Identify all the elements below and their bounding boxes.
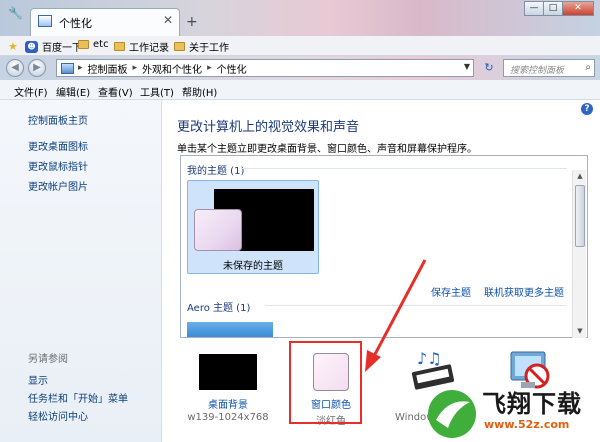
forward-button[interactable]: ▶ <box>28 59 46 77</box>
star-icon: ★ <box>8 39 18 53</box>
chevron-down-icon[interactable]: ▼ <box>464 62 470 71</box>
back-button[interactable]: ◀ <box>6 59 24 77</box>
menu-view[interactable]: 查看(V) <box>98 84 133 99</box>
close-button[interactable]: ✕ <box>562 1 594 16</box>
change-desktop-icons-link[interactable]: 更改桌面图标 <box>28 138 88 153</box>
menu-edit[interactable]: 编辑(E) <box>56 84 90 99</box>
baidu-paw-icon: ☻ <box>25 40 38 53</box>
task-pane: 控制面板主页 更改桌面图标 更改鼠标指针 更改帐户图片 另请参阅 显示 任务栏和… <box>0 100 162 442</box>
favorite-label: 关于工作 <box>189 43 229 54</box>
breadcrumb-separator: ▸ <box>78 63 83 73</box>
title-bar: 🔧 个性化 ✕ + — □ ✕ <box>0 0 600 36</box>
menu-bar: 文件(F) 编辑(E) 查看(V) 工具(T) 帮助(H) <box>0 80 600 100</box>
menu-tools[interactable]: 工具(T) <box>140 84 174 99</box>
minimize-button[interactable]: — <box>524 1 544 16</box>
tab-title: 个性化 <box>59 17 92 30</box>
breadcrumb-control-panel[interactable]: 控制面板 <box>88 61 128 76</box>
search-icon[interactable]: ⌕ <box>585 62 591 73</box>
maximize-button[interactable]: □ <box>543 1 563 16</box>
favorite-etc[interactable]: etc <box>78 39 109 50</box>
favorite-work-log[interactable]: 工作记录 <box>114 39 169 54</box>
breadcrumb-separator: ▸ <box>207 63 212 73</box>
change-mouse-pointer-link[interactable]: 更改鼠标指针 <box>28 158 88 173</box>
see-also-title: 另请参阅 <box>28 354 68 365</box>
taskbar-start-menu-link[interactable]: 任务栏和「开始」菜单 <box>28 390 128 405</box>
new-tab-icon[interactable]: + <box>186 14 198 30</box>
favorite-baidu[interactable]: ★ ☻ 百度一下 <box>8 39 82 54</box>
wrench-icon[interactable]: 🔧 <box>8 6 24 22</box>
folder-icon <box>174 42 185 51</box>
display-link[interactable]: 显示 <box>28 372 48 387</box>
search-input[interactable]: 搜索控制面板 ⌕ <box>503 59 595 77</box>
favorite-about-work[interactable]: 关于工作 <box>174 39 229 54</box>
control-panel-icon <box>61 62 74 74</box>
breadcrumb-separator: ▸ <box>132 63 138 73</box>
control-panel-icon <box>38 15 52 27</box>
address-bar[interactable]: ▸ 控制面板 ▸ 外观和个性化 ▸ 个性化 ▼ <box>56 59 474 77</box>
search-placeholder: 搜索控制面板 <box>510 66 565 76</box>
tab-personalization[interactable]: 个性化 ✕ <box>30 8 180 36</box>
menu-file[interactable]: 文件(F) <box>14 84 48 99</box>
window-controls: — □ ✕ <box>524 1 594 17</box>
refresh-icon[interactable]: ↻ <box>479 59 499 77</box>
menu-help[interactable]: 帮助(H) <box>182 84 217 99</box>
change-account-picture-link[interactable]: 更改帐户图片 <box>28 178 88 193</box>
watermark-text: 飞翔下载 <box>482 390 582 418</box>
folder-icon <box>114 42 125 51</box>
navigation-bar: ◀ ▶ ▸ 控制面板 ▸ 外观和个性化 ▸ 个性化 ▼ ↻ 搜索控制面板 ⌕ <box>0 56 600 80</box>
close-tab-icon[interactable]: ✕ <box>163 13 173 27</box>
favorite-label: etc <box>93 39 109 50</box>
ease-of-access-link[interactable]: 轻松访问中心 <box>28 408 88 423</box>
favorite-label: 百度一下 <box>42 43 82 54</box>
watermark-url: www.52z.com <box>484 418 570 431</box>
favorites-bar: ★ ☻ 百度一下 etc 工作记录 关于工作 <box>0 36 600 56</box>
favorite-label: 工作记录 <box>129 43 169 54</box>
breadcrumb-appearance[interactable]: 外观和个性化 <box>142 61 202 76</box>
breadcrumb-personalization[interactable]: 个性化 <box>217 61 247 76</box>
folder-icon <box>78 40 89 49</box>
control-panel-home-link[interactable]: 控制面板主页 <box>28 112 88 127</box>
